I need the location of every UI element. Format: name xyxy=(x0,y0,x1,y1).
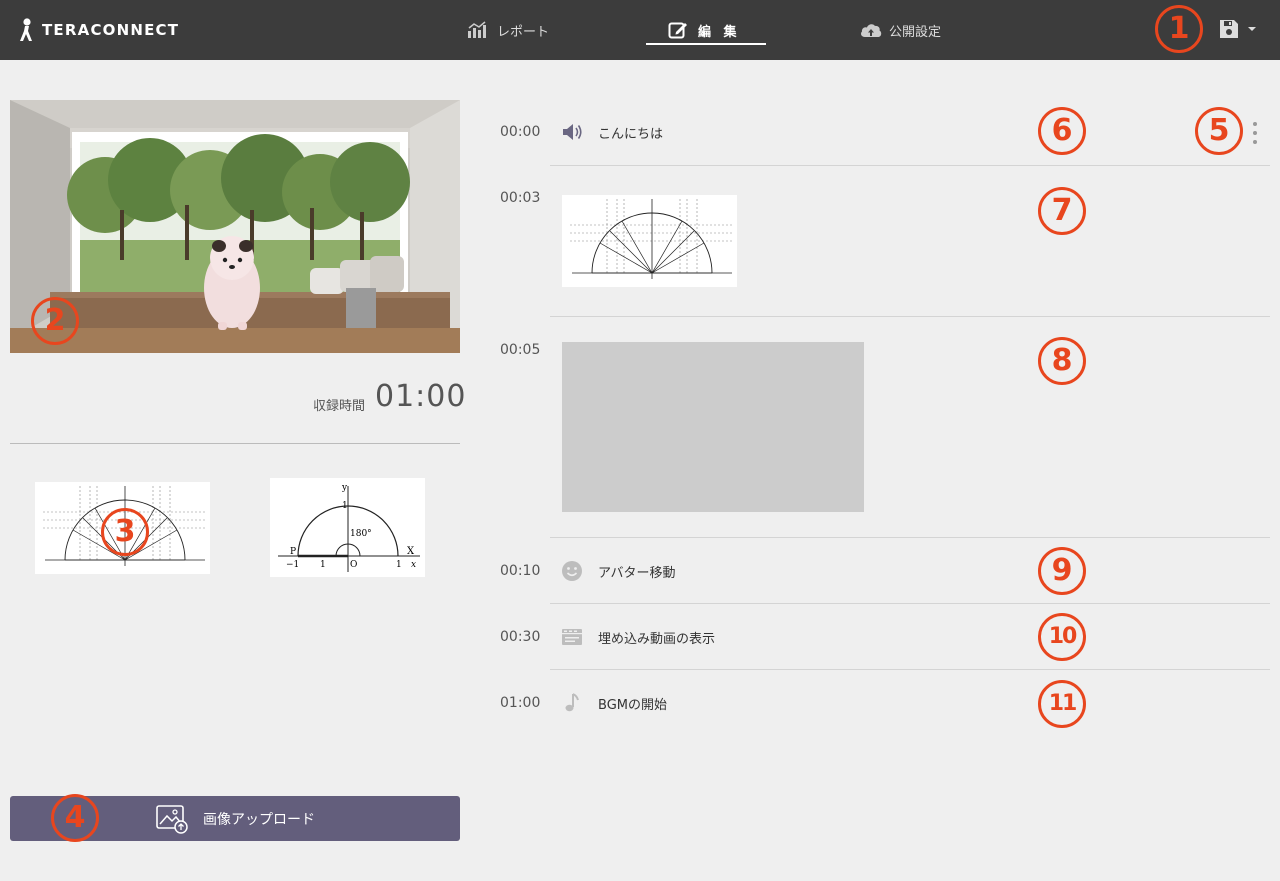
save-menu-button[interactable] xyxy=(1218,18,1258,40)
tab-edit-label: 編 集 xyxy=(698,24,741,40)
active-tab-indicator xyxy=(646,43,766,45)
timeline-image-unit-circle[interactable] xyxy=(562,195,737,287)
tab-edit[interactable]: 編 集 xyxy=(668,0,741,60)
timeline-divider xyxy=(550,316,1270,317)
thumb2-one-label: 1 xyxy=(342,501,348,511)
tab-report-label: レポート xyxy=(497,24,550,40)
recording-time-value: 01:00 xyxy=(375,379,467,414)
callout-11: 11 xyxy=(1038,680,1086,728)
timeline-divider xyxy=(550,669,1270,670)
callout-2: 2 xyxy=(31,297,79,345)
bar-chart-icon xyxy=(467,21,487,39)
teraconnect-logo-icon xyxy=(20,18,32,41)
thumb2-minus-one-label: −1 xyxy=(286,560,299,570)
timeline-time: 00:03 xyxy=(500,190,541,206)
callout-10: 10 xyxy=(1038,613,1086,661)
image-upload-label: 画像アップロード xyxy=(203,811,315,828)
recording-time-label: 収録時間 xyxy=(313,399,366,414)
thumb2-one-b-label: 1 xyxy=(320,560,326,570)
thumb2-X-label: X xyxy=(407,546,415,557)
timeline-item-label[interactable]: 埋め込み動画の表示 xyxy=(598,628,715,647)
image-thumbnail-unit-circle-180[interactable]: y 1 180° P −1 1 O 1 X x xyxy=(270,478,425,577)
cloud-upload-icon xyxy=(859,21,883,39)
timeline-time: 00:30 xyxy=(500,629,541,645)
image-upload-icon xyxy=(155,804,189,834)
speaker-icon xyxy=(561,121,583,143)
thumb2-angle-label: 180° xyxy=(350,529,372,539)
callout-6: 6 xyxy=(1038,107,1086,155)
edit-icon xyxy=(668,21,688,39)
embed-video-icon xyxy=(561,626,583,648)
thumb2-y-label: y xyxy=(341,483,348,493)
timeline-time: 00:05 xyxy=(500,342,541,358)
thumb2-p-label: P xyxy=(290,547,296,557)
timeline-divider xyxy=(550,603,1270,604)
callout-3: 3 xyxy=(101,508,149,556)
more-options-icon[interactable] xyxy=(1251,122,1259,144)
timeline-time: 00:00 xyxy=(500,124,541,140)
callout-9: 9 xyxy=(1038,547,1086,595)
tab-publish-label: 公開設定 xyxy=(889,24,942,40)
left-divider xyxy=(10,443,460,444)
brand-name: TERACONNECT xyxy=(42,21,180,39)
timeline-video-placeholder[interactable] xyxy=(562,342,864,512)
floppy-disk-icon xyxy=(1220,20,1238,38)
callout-5: 5 xyxy=(1195,107,1243,155)
tab-report[interactable]: レポート xyxy=(467,0,549,60)
timeline-divider xyxy=(550,537,1270,538)
callout-8: 8 xyxy=(1038,337,1086,385)
thumb2-x-label: x xyxy=(411,560,416,570)
callout-7: 7 xyxy=(1038,187,1086,235)
timeline-item-label[interactable]: アバター移動 xyxy=(598,562,675,581)
timeline-item-label[interactable]: BGMの開始 xyxy=(598,694,667,713)
callout-4: 4 xyxy=(51,794,99,842)
thumb2-origin-label: O xyxy=(350,560,357,570)
timeline-item-label[interactable]: こんにちは xyxy=(598,123,663,142)
top-bar: TERACONNECT レポート 編 集 公開設定 xyxy=(0,0,1280,60)
smiley-icon xyxy=(561,560,583,582)
tab-publish-settings[interactable]: 公開設定 xyxy=(859,0,941,60)
callout-1: 1 xyxy=(1155,5,1203,53)
timeline-time: 01:00 xyxy=(500,695,541,711)
music-note-icon xyxy=(561,692,583,714)
thumb2-one-c-label: 1 xyxy=(396,560,402,570)
timeline-divider xyxy=(550,165,1270,166)
chevron-down-icon xyxy=(1248,27,1256,31)
brand-logo[interactable]: TERACONNECT xyxy=(18,17,179,43)
timeline-time: 00:10 xyxy=(500,563,541,579)
